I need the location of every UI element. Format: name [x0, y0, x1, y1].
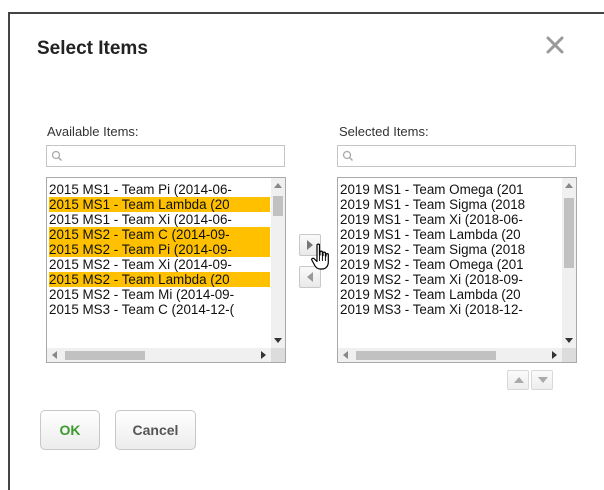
- list-item[interactable]: 2019 MS2 - Team Lambda (20: [340, 287, 561, 302]
- scroll-down-icon[interactable]: [565, 338, 573, 344]
- scroll-left-icon[interactable]: [342, 351, 348, 359]
- triangle-down-icon: [538, 377, 548, 383]
- scroll-up-icon[interactable]: [565, 182, 573, 188]
- list-item[interactable]: 2019 MS2 - Team Xi (2018-09-: [340, 272, 561, 287]
- available-horizontal-thumb[interactable]: [65, 351, 145, 360]
- available-items-list[interactable]: 2015 MS1 - Team Pi (2014-06- 2015 MS1 - T…: [46, 177, 286, 363]
- list-item[interactable]: 2019 MS1 - Team Lambda (20: [340, 227, 561, 242]
- list-item[interactable]: 2015 MS1 - Team Lambda (20: [49, 197, 270, 212]
- available-search-input[interactable]: [46, 145, 285, 167]
- list-item[interactable]: 2015 MS2 - Team Xi (2014-09-: [49, 257, 270, 272]
- available-items-label: Available Items:: [47, 124, 139, 139]
- list-item[interactable]: 2019 MS2 - Team Omega (201: [340, 257, 561, 272]
- list-item[interactable]: 2019 MS3 - Team Xi (2018-12-: [340, 302, 561, 317]
- hand-cursor-icon: [311, 243, 329, 270]
- selected-items-label: Selected Items:: [339, 124, 429, 139]
- scroll-right-icon[interactable]: [261, 351, 267, 359]
- list-item[interactable]: 2015 MS1 - Team Xi (2014-06-: [49, 212, 270, 227]
- available-horizontal-scrollbar[interactable]: [47, 348, 271, 362]
- ok-button[interactable]: OK: [40, 410, 100, 450]
- selected-horizontal-scrollbar[interactable]: [338, 348, 562, 362]
- list-item[interactable]: 2015 MS1 - Team Pi (2014-06-: [49, 182, 270, 197]
- list-item[interactable]: 2019 MS1 - Team Sigma (2018: [340, 197, 561, 212]
- list-item[interactable]: 2015 MS2 - Team Lambda (20: [49, 272, 270, 287]
- move-up-button[interactable]: [507, 370, 529, 390]
- triangle-up-icon: [514, 377, 524, 383]
- selected-horizontal-thumb[interactable]: [356, 351, 496, 360]
- selected-vertical-thumb[interactable]: [564, 198, 574, 268]
- scroll-left-icon[interactable]: [51, 351, 57, 359]
- search-icon: [51, 150, 63, 162]
- list-item[interactable]: 2019 MS1 - Team Omega (201: [340, 182, 561, 197]
- list-item[interactable]: 2015 MS2 - Team Pi (2014-09-: [49, 242, 270, 257]
- list-item[interactable]: 2015 MS3 - Team C (2014-12-(: [49, 302, 270, 317]
- move-down-button[interactable]: [531, 370, 553, 390]
- chevron-left-icon: [307, 272, 313, 282]
- selected-items-container: 2019 MS1 - Team Omega (201 2019 MS1 - Tea…: [340, 182, 561, 317]
- close-button[interactable]: [543, 33, 567, 57]
- search-icon: [342, 150, 354, 162]
- dialog-title: Select Items: [37, 38, 148, 59]
- close-icon: [546, 36, 564, 54]
- cancel-button[interactable]: Cancel: [115, 410, 196, 450]
- selected-items-list[interactable]: 2019 MS1 - Team Omega (201 2019 MS1 - Tea…: [337, 177, 577, 363]
- list-item[interactable]: 2019 MS1 - Team Xi (2018-06-: [340, 212, 561, 227]
- list-item[interactable]: 2015 MS2 - Team C (2014-09-: [49, 227, 270, 242]
- scroll-corner: [271, 348, 285, 362]
- scroll-down-icon[interactable]: [274, 338, 282, 344]
- list-item[interactable]: 2019 MS2 - Team Sigma (2018: [340, 242, 561, 257]
- selected-vertical-scrollbar[interactable]: [562, 178, 576, 348]
- scroll-corner: [562, 348, 576, 362]
- available-vertical-thumb[interactable]: [273, 196, 283, 216]
- available-items-container: 2015 MS1 - Team Pi (2014-06- 2015 MS1 - T…: [49, 182, 270, 317]
- available-vertical-scrollbar[interactable]: [271, 178, 285, 348]
- scroll-right-icon[interactable]: [552, 351, 558, 359]
- scroll-up-icon[interactable]: [274, 182, 282, 188]
- selected-search-input[interactable]: [337, 145, 576, 167]
- list-item[interactable]: 2015 MS2 - Team Mi (2014-09-: [49, 287, 270, 302]
